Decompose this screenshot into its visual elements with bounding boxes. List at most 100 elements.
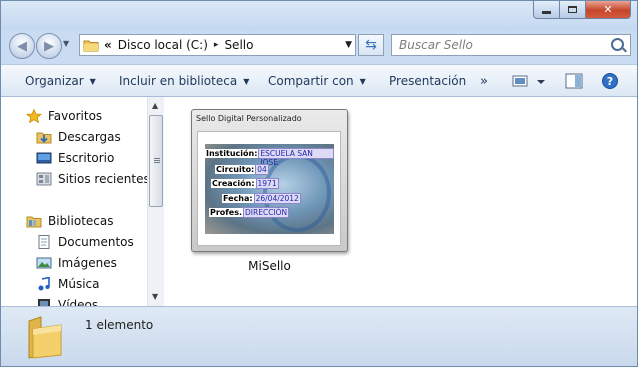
- libraries-icon: [26, 216, 42, 228]
- stamp-field-value: 04: [255, 164, 269, 175]
- presentation-label: Presentación: [389, 74, 467, 88]
- file-thumbnail-misello[interactable]: Sello Digital Personalizado Institución:…: [191, 109, 348, 252]
- pictures-icon: [36, 257, 52, 269]
- file-name-label[interactable]: MiSello: [191, 259, 348, 273]
- include-in-library-menu[interactable]: Incluir en biblioteca ▼: [119, 65, 249, 97]
- stamp-field-value: 1971: [255, 178, 279, 189]
- preview-pane-button[interactable]: [565, 73, 583, 92]
- address-bar[interactable]: « Disco local (C:) ▸ Sello ▼: [79, 34, 356, 56]
- search-input[interactable]: Buscar Sello: [391, 34, 631, 56]
- help-icon: ?: [602, 73, 618, 89]
- nav-music-label: Música: [58, 277, 100, 291]
- stamp-field-value: ESCUELA SAN JOSE: [258, 148, 334, 167]
- stamp-field-value: 26/04/2012: [253, 193, 301, 204]
- stamp-field: Circuito: 04: [215, 164, 269, 175]
- item-count: 1 elemento: [85, 318, 154, 332]
- include-in-library-label: Incluir en biblioteca: [119, 74, 238, 88]
- nav-recent-places[interactable]: Sitios recientes: [36, 172, 150, 186]
- stamp-field-label: Creación:: [211, 179, 256, 188]
- close-button[interactable]: ✕: [586, 1, 631, 19]
- scroll-up-icon[interactable]: ▲: [152, 101, 158, 110]
- stamp-field: Fecha: 26/04/2012: [222, 193, 301, 204]
- nav-favorites[interactable]: Favoritos: [26, 109, 102, 123]
- documents-icon: [38, 235, 50, 249]
- main-area: Favoritos Descargas Escritorio Sitios re…: [1, 97, 637, 312]
- breadcrumb-sello[interactable]: Sello: [224, 38, 253, 52]
- address-recent-chevron[interactable]: «: [104, 38, 112, 52]
- nav-libraries[interactable]: Bibliotecas: [26, 214, 113, 228]
- title-bar[interactable]: ✕: [1, 1, 637, 31]
- explorer-window: ✕ ◀ ▶ ▼ « Disco local (C:) ▸ Sello ▼ ⇆ B…: [0, 0, 638, 367]
- organize-menu[interactable]: Organizar ▼: [25, 65, 96, 97]
- file-list: Sello Digital Personalizado Institución:…: [165, 97, 637, 306]
- chevron-down-icon: ▼: [243, 76, 250, 86]
- desktop-icon: [36, 152, 52, 164]
- command-bar: Organizar ▼ Incluir en biblioteca ▼ Compar…: [1, 64, 637, 97]
- close-icon: ✕: [603, 3, 613, 16]
- recent-locations-dropdown[interactable]: ▼: [63, 39, 69, 48]
- breadcrumb-disk-c[interactable]: Disco local (C:): [118, 38, 208, 52]
- star-icon: [26, 109, 42, 123]
- maximize-icon: [568, 6, 577, 13]
- more-commands-label: »: [480, 73, 488, 89]
- stamp-field: Creación: 1971: [211, 178, 279, 189]
- minimize-icon: [542, 10, 551, 14]
- search-placeholder: Buscar Sello: [399, 38, 473, 52]
- forward-arrow-icon: ▶: [44, 38, 54, 54]
- scroll-down-icon[interactable]: ▼: [152, 292, 158, 301]
- thumbnail-canvas: Institución: ESCUELA SAN JOSE Circuito: …: [197, 131, 341, 246]
- thumbnail-title: Sello Digital Personalizado: [196, 114, 302, 123]
- refresh-icon: ⇆: [365, 37, 377, 53]
- view-icon: [512, 75, 545, 87]
- change-view-button[interactable]: [512, 73, 546, 92]
- nav-music[interactable]: Música: [36, 277, 100, 291]
- music-icon: [38, 277, 50, 291]
- minimize-button[interactable]: [533, 1, 560, 19]
- downloads-folder-icon: [36, 132, 52, 144]
- chevron-down-icon: ▼: [89, 76, 96, 86]
- stamp-field-label: Fecha:: [222, 194, 254, 203]
- nav-pictures-label: Imágenes: [58, 256, 117, 270]
- scrollbar-thumb[interactable]: [149, 115, 163, 207]
- presentation-button[interactable]: Presentación: [389, 65, 466, 97]
- breadcrumb-separator-icon[interactable]: ▸: [214, 40, 219, 50]
- nav-downloads[interactable]: Descargas: [36, 130, 121, 144]
- svg-text:?: ?: [607, 75, 613, 88]
- recent-places-icon: [36, 172, 52, 186]
- nav-desktop[interactable]: Escritorio: [36, 151, 114, 165]
- nav-downloads-label: Descargas: [58, 130, 121, 144]
- details-pane: 1 elemento: [1, 306, 637, 366]
- stamp-field-label: Profes.: [209, 208, 244, 217]
- nav-favorites-label: Favoritos: [48, 109, 103, 123]
- stamp-image: Institución: ESCUELA SAN JOSE Circuito: …: [205, 144, 334, 234]
- nav-documents[interactable]: Documentos: [36, 235, 134, 249]
- maximize-button[interactable]: [560, 1, 586, 19]
- help-button[interactable]: ?: [602, 73, 618, 92]
- navigation-scrollbar[interactable]: ▲ ▼: [147, 97, 164, 306]
- nav-recent-places-label: Sitios recientes: [58, 172, 150, 186]
- share-with-label: Compartir con: [268, 74, 354, 88]
- nav-libraries-label: Bibliotecas: [48, 214, 114, 228]
- nav-pictures[interactable]: Imágenes: [36, 256, 117, 270]
- back-arrow-icon: ◀: [17, 38, 27, 54]
- caption-buttons: ✕: [533, 1, 631, 19]
- folder-icon: [83, 40, 99, 52]
- chevron-down-icon: ▼: [63, 39, 70, 48]
- stamp-field-label: Circuito:: [215, 165, 256, 174]
- nav-documents-label: Documentos: [58, 235, 134, 249]
- back-button[interactable]: ◀: [9, 33, 35, 59]
- navigation-row: ◀ ▶ ▼ « Disco local (C:) ▸ Sello ▼ ⇆ Bus…: [1, 31, 637, 63]
- refresh-button[interactable]: ⇆: [358, 34, 384, 56]
- search-icon[interactable]: [611, 38, 624, 51]
- address-dropdown-icon[interactable]: ▼: [345, 40, 352, 50]
- nav-desktop-label: Escritorio: [58, 151, 115, 165]
- share-with-menu[interactable]: Compartir con ▼: [268, 65, 366, 97]
- navigation-pane: Favoritos Descargas Escritorio Sitios re…: [1, 97, 150, 312]
- grip-icon: [154, 158, 160, 159]
- forward-button[interactable]: ▶: [36, 33, 62, 59]
- stamp-field: Profes. DIRECCIÓN: [209, 207, 290, 218]
- more-commands-button[interactable]: »: [480, 65, 488, 97]
- folder-icon: [28, 316, 62, 359]
- stamp-field: Institución: ESCUELA SAN JOSE: [205, 148, 334, 167]
- preview-pane-icon: [565, 73, 583, 89]
